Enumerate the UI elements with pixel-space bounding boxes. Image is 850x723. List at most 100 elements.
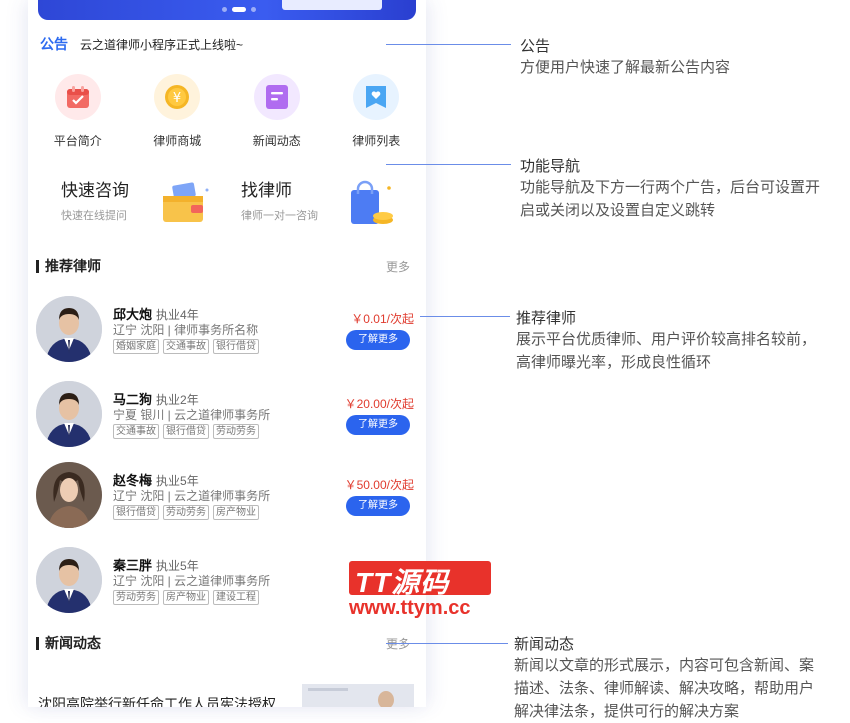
ad-find-lawyer[interactable]: 找律师 律师一对一咨询 bbox=[241, 176, 411, 236]
lawyer-price: ￥0.01/次起 bbox=[351, 312, 414, 326]
shopping-bag-icon bbox=[351, 180, 393, 224]
function-nav: 平台简介 ¥ 律师商城 新闻动态 律师列表 bbox=[28, 74, 426, 149]
watermark-top-text: TT源码 bbox=[355, 567, 450, 598]
lawyer-tags: 银行借贷 劳动劳务 房产物业 bbox=[113, 505, 259, 520]
banner-illustration bbox=[282, 0, 382, 10]
notice-text: 云之道律师小程序正式上线啦~ bbox=[80, 37, 244, 52]
lawyer-years: 执业2年 bbox=[156, 393, 199, 407]
nav-label: 律师列表 bbox=[352, 134, 401, 148]
banner[interactable] bbox=[38, 0, 416, 20]
wallet-cards-icon bbox=[163, 182, 209, 222]
annotation-title: 公告 bbox=[520, 38, 551, 55]
recommend-header: 推荐律师 更多 bbox=[36, 256, 410, 276]
news-document-icon bbox=[253, 74, 300, 120]
avatar bbox=[36, 462, 102, 528]
news-thumbnail bbox=[302, 684, 414, 707]
annotation-desc-line: 方便用户快速了解最新公告内容 bbox=[520, 59, 731, 76]
lawyer-name-text: 秦三胖 bbox=[113, 558, 153, 573]
nav-item-lawyer-mall[interactable]: ¥ 律师商城 bbox=[128, 74, 228, 149]
tag: 银行借贷 bbox=[163, 424, 209, 439]
nav-item-news[interactable]: 新闻动态 bbox=[227, 74, 327, 149]
banner-pagination bbox=[222, 7, 256, 12]
annotation-line bbox=[420, 316, 510, 317]
annotation-title: 功能导航 bbox=[520, 158, 581, 175]
annotation-title: 推荐律师 bbox=[516, 310, 577, 327]
lawyer-location: 辽宁 沈阳 | 律师事务所名称 bbox=[113, 323, 259, 337]
lawyer-card[interactable]: 赵冬梅 执业5年 辽宁 沈阳 | 云之道律师事务所 银行借贷 劳动劳务 房产物业 … bbox=[36, 462, 416, 528]
lawyer-name-text: 赵冬梅 bbox=[113, 473, 153, 488]
lawyer-name-text: 马二狗 bbox=[113, 392, 153, 407]
lawyer-card[interactable]: 马二狗 执业2年 宁夏 银川 | 云之道律师事务所 交通事故 银行借贷 劳动劳务 … bbox=[36, 381, 416, 447]
learn-more-button[interactable]: 了解更多 bbox=[346, 496, 410, 516]
avatar bbox=[36, 381, 102, 447]
banner-dot-active[interactable] bbox=[232, 7, 246, 12]
watermark: TT源码 www.ttym.cc bbox=[349, 557, 495, 625]
banner-dot[interactable] bbox=[222, 7, 227, 12]
notice-bar[interactable]: 公告 云之道律师小程序正式上线啦~ bbox=[40, 33, 243, 55]
avatar bbox=[36, 547, 102, 613]
recommend-more-link[interactable]: 更多 bbox=[386, 258, 410, 275]
tag: 银行借贷 bbox=[113, 505, 159, 520]
annotation-line bbox=[386, 44, 511, 45]
tag: 劳动劳务 bbox=[163, 505, 209, 520]
nav-label: 新闻动态 bbox=[252, 134, 301, 148]
annotation-desc-line: 描述、法条、律师解读、解决攻略，帮助用户 bbox=[514, 680, 815, 697]
bookmark-heart-icon bbox=[353, 74, 400, 120]
lawyer-location: 辽宁 沈阳 | 云之道律师事务所 bbox=[113, 489, 271, 503]
tag: 房产物业 bbox=[163, 590, 209, 605]
lawyer-tags: 劳动劳务 房产物业 建设工程 bbox=[113, 590, 259, 605]
learn-more-button[interactable]: 了解更多 bbox=[346, 415, 410, 435]
watermark-bottom-text: www.ttym.cc bbox=[349, 597, 471, 619]
news-item[interactable]: 沈阳高院举行新任命工作人员宪法授权 bbox=[38, 684, 418, 707]
lawyer-location: 宁夏 银川 | 云之道律师事务所 bbox=[113, 408, 271, 422]
lawyer-tags: 婚姻家庭 交通事故 银行借贷 bbox=[113, 339, 259, 354]
annotation-desc-line: 启或关闭以及设置自定义跳转 bbox=[520, 202, 716, 219]
annotation-desc: 展示平台优质律师、用户评价较高排名较前， 高律师曝光率，形成良性循环 bbox=[516, 328, 816, 374]
nav-item-lawyer-list[interactable]: 律师列表 bbox=[327, 74, 427, 149]
annotation-desc-line: 展示平台优质律师、用户评价较高排名较前， bbox=[516, 331, 817, 348]
lawyer-price: ￥20.00/次起 bbox=[344, 397, 414, 411]
nav-item-platform-intro[interactable]: 平台简介 bbox=[28, 74, 128, 149]
lawyer-location: 辽宁 沈阳 | 云之道律师事务所 bbox=[113, 574, 271, 588]
tag: 劳动劳务 bbox=[113, 590, 159, 605]
annotation-line bbox=[386, 643, 508, 644]
ad-quick-consult[interactable]: 快速咨询 快速在线提问 bbox=[61, 176, 221, 236]
banner-dot[interactable] bbox=[251, 7, 256, 12]
lawyer-price: ￥50.00/次起 bbox=[344, 478, 414, 492]
annotation-desc-line: 功能导航及下方一行两个广告，后台可设置开 bbox=[520, 179, 821, 196]
annotation-desc: 功能导航及下方一行两个广告，后台可设置开 启或关闭以及设置自定义跳转 bbox=[520, 176, 820, 222]
lawyer-years: 执业4年 bbox=[156, 308, 199, 322]
ad-row: 快速咨询 快速在线提问 找律师 律师一对一咨询 bbox=[28, 176, 426, 236]
annotation-line bbox=[386, 164, 511, 165]
annotation-title: 新闻动态 bbox=[514, 636, 575, 653]
tag: 交通事故 bbox=[163, 339, 209, 354]
avatar bbox=[36, 296, 102, 362]
tag: 建设工程 bbox=[213, 590, 259, 605]
notice-tag: 公告 bbox=[40, 36, 68, 52]
calendar-icon bbox=[54, 74, 101, 120]
svg-text:¥: ¥ bbox=[173, 91, 181, 106]
nav-label: 平台简介 bbox=[53, 134, 102, 148]
section-marker bbox=[36, 636, 39, 650]
learn-more-button[interactable]: 了解更多 bbox=[346, 330, 410, 350]
nav-label: 律师商城 bbox=[153, 134, 202, 148]
tag: 婚姻家庭 bbox=[113, 339, 159, 354]
lawyer-tags: 交通事故 银行借贷 劳动劳务 bbox=[113, 424, 259, 439]
annotation-desc: 方便用户快速了解最新公告内容 bbox=[520, 56, 730, 79]
annotation-desc: 新闻以文章的形式展示，内容可包含新闻、案 描述、法条、律师解读、解决攻略，帮助用… bbox=[514, 654, 814, 723]
lawyer-years: 执业5年 bbox=[156, 474, 199, 488]
section-title: 新闻动态 bbox=[45, 635, 101, 651]
annotation-desc-line: 新闻以文章的形式展示，内容可包含新闻、案 bbox=[514, 657, 815, 674]
section-title: 推荐律师 bbox=[45, 258, 101, 274]
news-header: 新闻动态 更多 bbox=[36, 633, 410, 653]
annotation-desc-line: 高律师曝光率，形成良性循环 bbox=[516, 354, 712, 371]
coin-yen-icon: ¥ bbox=[154, 74, 201, 120]
tag: 交通事故 bbox=[113, 424, 159, 439]
section-marker bbox=[36, 259, 39, 273]
annotation-desc-line: 解决律法条，提供可行的解决方案 bbox=[514, 703, 740, 720]
tag: 劳动劳务 bbox=[213, 424, 259, 439]
news-title: 沈阳高院举行新任命工作人员宪法授权 bbox=[38, 696, 276, 707]
lawyer-name-text: 邱大炮 bbox=[113, 307, 153, 322]
tag: 银行借贷 bbox=[213, 339, 259, 354]
lawyer-card[interactable]: 邱大炮 执业4年 辽宁 沈阳 | 律师事务所名称 婚姻家庭 交通事故 银行借贷 ￥… bbox=[36, 296, 416, 362]
